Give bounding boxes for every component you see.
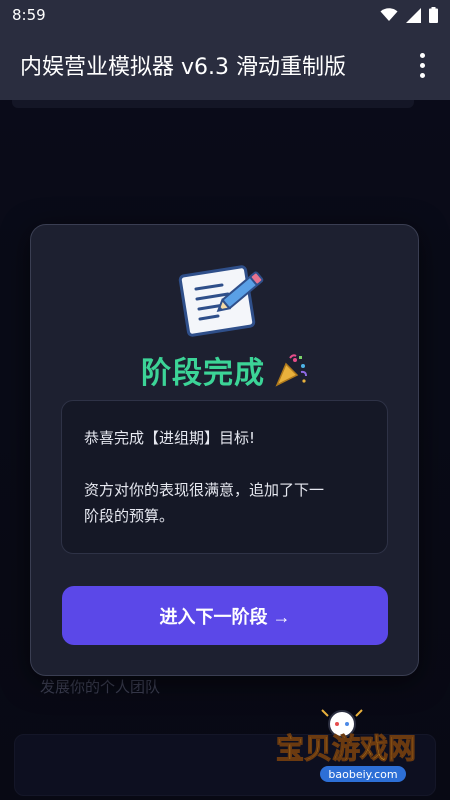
status-icons [380,7,438,23]
dialog-title-row: 阶段完成 [0,348,450,392]
dialog-title: 阶段完成 [141,356,265,391]
message-congrats: 恭喜完成【进组期】目标! [84,429,256,447]
signal-icon [406,7,421,23]
app-bar: 内娱营业模拟器 v6.3 滑动重制版 [0,30,450,100]
app-title: 内娱营业模拟器 v6.3 滑动重制版 [20,55,346,80]
memo-icon [178,265,264,337]
more-dot-icon [419,62,425,68]
wifi-icon [380,8,398,21]
status-time: 8:59 [12,6,46,24]
status-bar: 8:59 [0,0,450,30]
more-dot-icon [419,52,425,58]
more-options-button[interactable] [410,47,434,83]
watermark-url: baobeiy.com [328,768,397,781]
message-budget: 资方对你的表现很满意，追加了下一 [84,481,325,499]
party-popper-icon [275,354,307,387]
next-stage-button[interactable]: 进入下一阶段 → [62,586,388,645]
battery-icon [429,7,438,23]
message-budget-cont: 阶段的预算。 [84,507,175,525]
watermark-brand: 宝贝游戏网 [276,732,416,765]
more-dot-icon [419,72,425,78]
dialog-message: 恭喜完成【进组期】目标! 资方对你的表现很满意，追加了下一 阶段的预算。 [61,400,388,554]
watermark-logo: 宝贝游戏网 baobeiy.com [276,709,417,782]
